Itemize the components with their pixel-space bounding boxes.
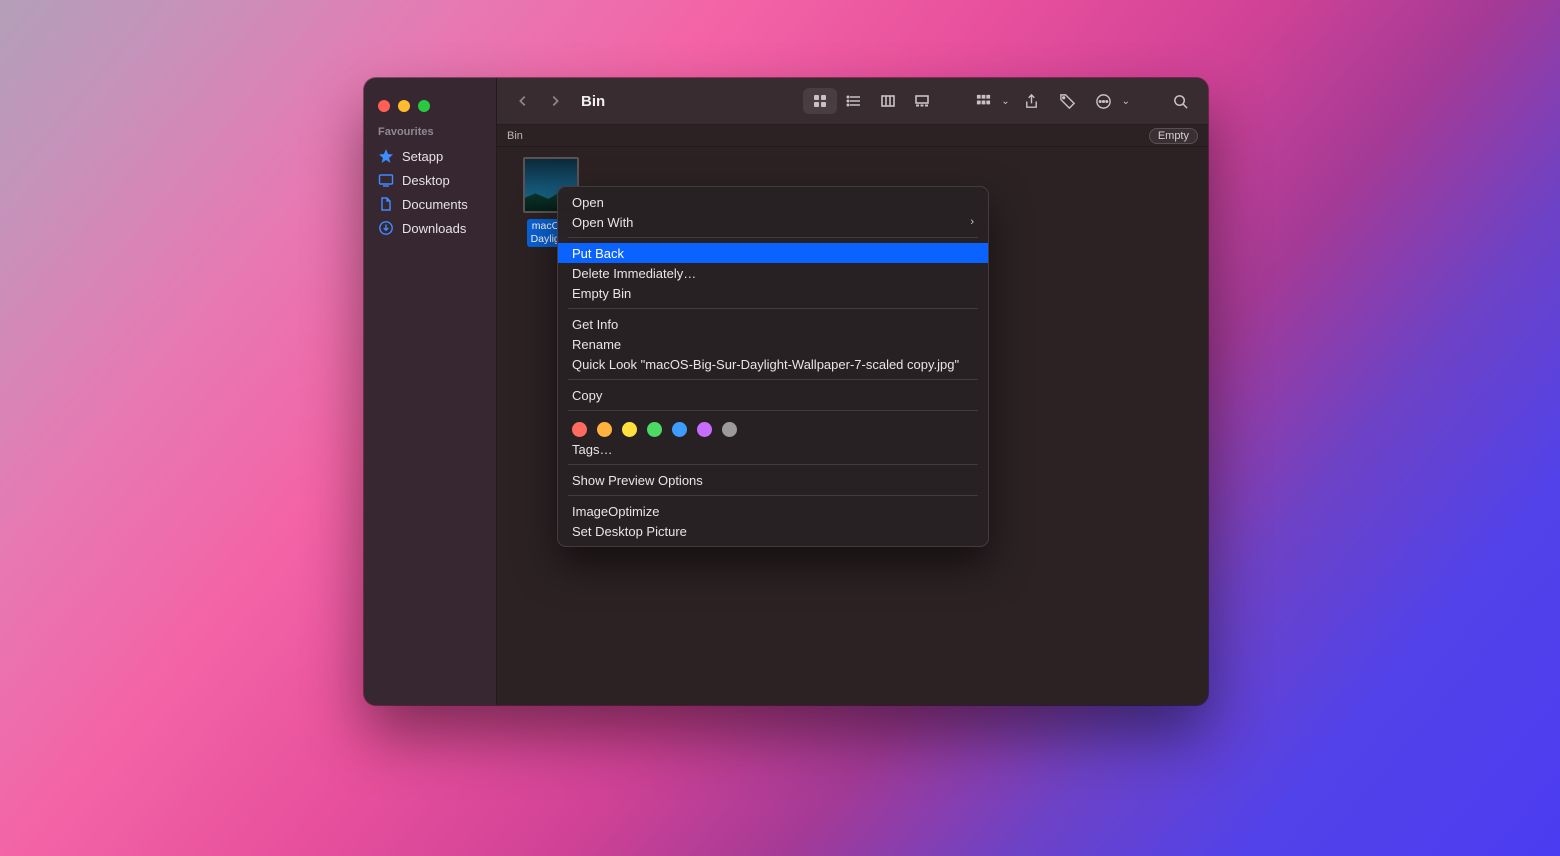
tag-gray[interactable] [722, 422, 737, 437]
sidebar-item-setapp[interactable]: Setapp [364, 144, 496, 168]
ctx-set-desktop-picture[interactable]: Set Desktop Picture [558, 521, 988, 541]
ctx-tags[interactable]: Tags… [558, 439, 988, 459]
desktop-icon [378, 172, 394, 188]
tags-button[interactable] [1054, 88, 1082, 114]
sidebar-item-documents[interactable]: Documents [364, 192, 496, 216]
setapp-icon [378, 148, 394, 164]
sidebar: Favourites Setapp Desktop Documents Down… [364, 78, 497, 705]
ctx-empty-bin[interactable]: Empty Bin [558, 283, 988, 303]
chevron-down-icon: ⌄ [1001, 96, 1009, 107]
context-menu: Open Open With › Put Back Delete Immedia… [557, 186, 989, 547]
documents-icon [378, 196, 394, 212]
downloads-icon [378, 220, 394, 236]
ctx-delete-immediately[interactable]: Delete Immediately… [558, 263, 988, 283]
ctx-get-info[interactable]: Get Info [558, 314, 988, 334]
ctx-separator [568, 379, 978, 380]
nav-back-button[interactable] [511, 89, 535, 113]
path-location: Bin [507, 130, 523, 142]
ctx-separator [568, 495, 978, 496]
tag-green[interactable] [647, 422, 662, 437]
minimize-button[interactable] [398, 100, 410, 112]
tag-yellow[interactable] [622, 422, 637, 437]
empty-bin-button[interactable]: Empty [1149, 128, 1198, 144]
ctx-show-preview-options[interactable]: Show Preview Options [558, 470, 988, 490]
path-bar: Bin Empty [497, 125, 1208, 147]
ctx-quick-look[interactable]: Quick Look "macOS-Big-Sur-Daylight-Wallp… [558, 354, 988, 374]
view-switcher [803, 88, 939, 114]
view-columns-button[interactable] [871, 88, 905, 114]
view-icons-button[interactable] [803, 88, 837, 114]
window-controls [364, 96, 496, 112]
sidebar-item-label: Desktop [402, 173, 450, 188]
ctx-copy[interactable]: Copy [558, 385, 988, 405]
sidebar-item-downloads[interactable]: Downloads [364, 216, 496, 240]
tag-blue[interactable] [672, 422, 687, 437]
ctx-open[interactable]: Open [558, 192, 988, 212]
ctx-separator [568, 464, 978, 465]
tag-orange[interactable] [597, 422, 612, 437]
ctx-separator [568, 237, 978, 238]
sidebar-section-title: Favourites [364, 122, 496, 144]
nav-forward-button[interactable] [543, 89, 567, 113]
close-button[interactable] [378, 100, 390, 112]
window-title: Bin [581, 93, 605, 110]
ctx-rename[interactable]: Rename [558, 334, 988, 354]
ctx-put-back[interactable]: Put Back [558, 243, 988, 263]
chevron-down-icon: ⌄ [1122, 96, 1130, 107]
tag-purple[interactable] [697, 422, 712, 437]
submenu-arrow-icon: › [970, 216, 974, 228]
sidebar-item-label: Documents [402, 197, 468, 212]
tag-red[interactable] [572, 422, 587, 437]
ctx-image-optimize[interactable]: ImageOptimize [558, 501, 988, 521]
view-gallery-button[interactable] [905, 88, 939, 114]
ctx-open-with[interactable]: Open With › [558, 212, 988, 232]
toolbar: Bin ⌄ ⌄ [497, 78, 1208, 125]
ctx-tag-colors [558, 416, 988, 439]
sidebar-item-desktop[interactable]: Desktop [364, 168, 496, 192]
ctx-separator [568, 308, 978, 309]
group-by-button[interactable] [969, 88, 997, 114]
maximize-button[interactable] [418, 100, 430, 112]
sidebar-item-label: Downloads [402, 221, 466, 236]
view-list-button[interactable] [837, 88, 871, 114]
action-button[interactable] [1090, 88, 1118, 114]
search-button[interactable] [1166, 88, 1194, 114]
sidebar-item-label: Setapp [402, 149, 443, 164]
share-button[interactable] [1018, 88, 1046, 114]
ctx-separator [568, 410, 978, 411]
